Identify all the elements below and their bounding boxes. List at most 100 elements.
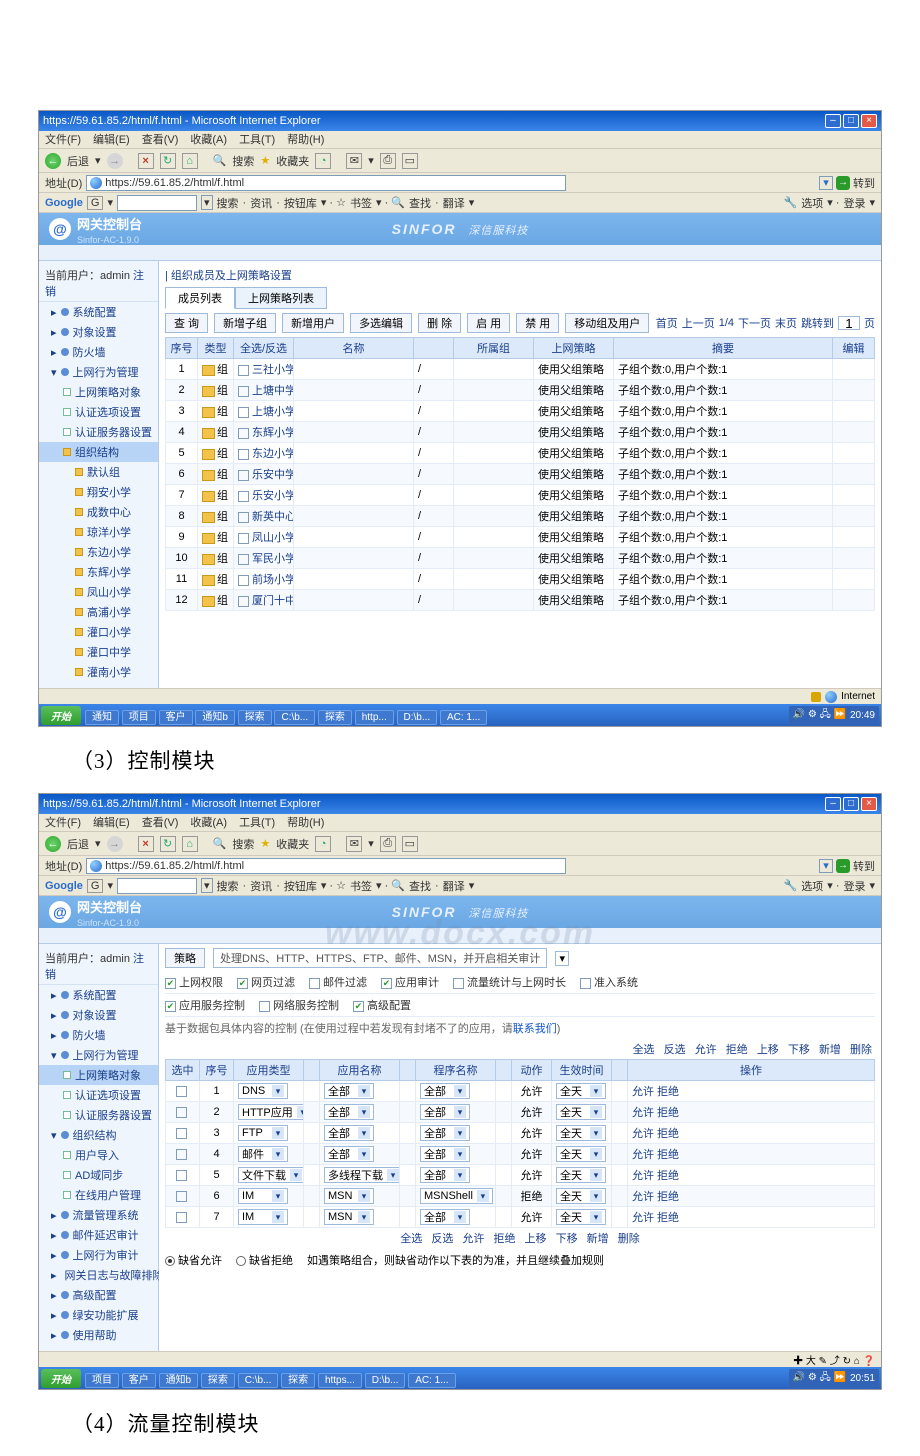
table-row[interactable]: 7IMMSN全部允许全天允许 拒绝 <box>166 1207 875 1228</box>
btn-move[interactable]: 移动组及用户 <box>565 313 649 333</box>
forward-icon[interactable] <box>107 153 123 169</box>
history-icon[interactable]: ◔ <box>315 153 331 169</box>
taskbar-item[interactable]: AC: 1... <box>440 710 487 725</box>
start-button[interactable]: 开始 <box>41 706 81 725</box>
radio-deny[interactable]: 缺省拒绝 <box>236 1252 293 1268</box>
row-checkbox[interactable] <box>238 365 249 376</box>
sb-firewall[interactable]: ▸ 防火墙 <box>39 1025 158 1045</box>
select[interactable]: 全部 <box>420 1146 470 1162</box>
sb-traffic[interactable]: ▸ 流量管理系统 <box>39 1205 158 1225</box>
menu-fav[interactable]: 收藏(A) <box>190 131 227 148</box>
table-row[interactable]: 4邮件全部全部允许全天允许 拒绝 <box>166 1144 875 1165</box>
home-icon[interactable]: ⌂ <box>182 836 198 852</box>
taskbar-item[interactable]: https... <box>318 1373 362 1388</box>
chevron-down-icon[interactable] <box>358 1148 370 1160</box>
action-link[interactable]: 上移 <box>757 1044 779 1056</box>
column-header[interactable]: 选中 <box>166 1060 200 1081</box>
google-item-2[interactable]: 书签 <box>350 195 372 211</box>
search-label[interactable]: 搜索 <box>232 153 254 169</box>
checkbox-icon[interactable] <box>381 978 392 989</box>
row-name-link[interactable]: 凤山小学 <box>252 532 294 544</box>
action-link[interactable]: 反选 <box>664 1044 686 1056</box>
table-row[interactable]: 2组上塘中学本校/使用父组策略子组个数:0,用户个数:1 <box>166 380 875 401</box>
select[interactable]: HTTP应用 <box>238 1104 304 1120</box>
taskbar-item[interactable]: http... <box>355 710 394 725</box>
filter-应用审计[interactable]: 应用审计 <box>381 974 439 990</box>
edit-icon[interactable]: ▭ <box>402 153 418 169</box>
row-checkbox[interactable] <box>238 449 249 460</box>
maximize-icon[interactable]: □ <box>843 114 859 128</box>
action-link[interactable]: 反选 <box>431 1233 453 1245</box>
select[interactable]: MSN <box>324 1188 374 1204</box>
table-row[interactable]: 9组凤山小学/使用父组策略子组个数:0,用户个数:1 <box>166 527 875 548</box>
chevron-down-icon[interactable] <box>297 1106 304 1118</box>
select[interactable]: 全天 <box>556 1104 606 1120</box>
btn-disable[interactable]: 禁 用 <box>516 313 559 333</box>
chevron-down-icon[interactable] <box>590 1190 602 1202</box>
chevron-down-icon[interactable] <box>590 1085 602 1097</box>
back-label[interactable]: 后退 <box>67 836 89 852</box>
stop-icon[interactable]: × <box>138 153 154 169</box>
google-item-3[interactable]: 查找 <box>409 195 431 211</box>
google-search-btn[interactable]: 搜索 <box>217 878 239 894</box>
btn-query[interactable]: 查 询 <box>165 313 208 333</box>
sidebar-item-auth-opt[interactable]: 认证选项设置 <box>39 402 158 422</box>
sidebar-item-system[interactable]: ▸ 系统配置 <box>39 302 158 322</box>
filter-网络服务控制[interactable]: 网络服务控制 <box>259 997 339 1013</box>
menu-help[interactable]: 帮助(H) <box>287 814 324 831</box>
pager-next[interactable]: 下一页 <box>738 315 771 331</box>
row-checkbox[interactable] <box>238 470 249 481</box>
close-icon[interactable]: × <box>861 797 877 811</box>
row-checkbox[interactable] <box>238 491 249 502</box>
search-icon[interactable]: 🔍 <box>213 154 227 167</box>
back-label[interactable]: 后退 <box>67 153 89 169</box>
select[interactable]: 全部 <box>420 1167 470 1183</box>
chevron-down-icon[interactable] <box>358 1190 370 1202</box>
taskbar-item[interactable]: D:\b... <box>365 1373 406 1388</box>
chevron-down-icon[interactable] <box>590 1169 602 1181</box>
select[interactable]: 全部 <box>420 1104 470 1120</box>
address-input[interactable]: https://59.61.85.2/html/f.html <box>86 858 566 874</box>
action-link[interactable]: 全选 <box>633 1044 655 1056</box>
google-item-3[interactable]: 查找 <box>409 878 431 894</box>
google-options[interactable]: 选项 <box>801 878 823 894</box>
chevron-down-icon[interactable] <box>454 1148 466 1160</box>
taskbar-item[interactable]: 探索 <box>238 710 272 725</box>
edit-icon[interactable]: ▭ <box>402 836 418 852</box>
row-checkbox[interactable] <box>238 533 249 544</box>
select[interactable]: MSNShell <box>420 1188 493 1204</box>
google-g[interactable]: G <box>87 879 104 893</box>
select[interactable]: MSN <box>324 1209 374 1225</box>
checkbox-icon[interactable] <box>165 978 176 989</box>
select[interactable]: 全部 <box>420 1209 470 1225</box>
btn-add-group[interactable]: 新增子组 <box>214 313 276 333</box>
row-name-link[interactable]: 东辉小学 <box>252 427 294 439</box>
action-link[interactable]: 删除 <box>850 1044 872 1056</box>
sb-mail[interactable]: ▸ 邮件延迟审计 <box>39 1225 158 1245</box>
checkbox-icon[interactable] <box>309 978 320 989</box>
chevron-down-icon[interactable] <box>358 1085 370 1097</box>
filter-上网权限[interactable]: 上网权限 <box>165 974 223 990</box>
action-link[interactable]: 删除 <box>618 1233 640 1245</box>
column-header[interactable] <box>496 1060 512 1081</box>
pager-jump-input[interactable] <box>838 316 860 330</box>
chevron-down-icon[interactable] <box>387 1169 399 1181</box>
top-tab[interactable]: 策略 <box>165 948 205 968</box>
filter-高级配置[interactable]: 高级配置 <box>353 997 411 1013</box>
radio-allow[interactable]: 缺省允许 <box>165 1252 222 1268</box>
sidebar-item-orgtree[interactable]: 组织结构 <box>39 442 158 462</box>
sb-system[interactable]: ▸ 系统配置 <box>39 985 158 1005</box>
column-header[interactable]: 编辑 <box>833 338 875 359</box>
chevron-down-icon[interactable] <box>358 1127 370 1139</box>
sidebar-item-firewall[interactable]: ▸ 防火墙 <box>39 342 158 362</box>
chevron-down-icon[interactable] <box>454 1211 466 1223</box>
sb-behavior[interactable]: ▾ 上网行为管理 <box>39 1045 158 1065</box>
column-header[interactable]: 类型 <box>198 338 234 359</box>
menu-tools[interactable]: 工具(T) <box>239 814 275 831</box>
btn-delete[interactable]: 删 除 <box>418 313 461 333</box>
mail-icon[interactable]: ✉ <box>346 836 362 852</box>
table-row[interactable]: 6IMMSNMSNShell拒绝全天允许 拒绝 <box>166 1186 875 1207</box>
org-tree-item[interactable]: 默认组 <box>39 462 158 482</box>
address-dropdown-icon[interactable]: ▾ <box>819 859 833 873</box>
select[interactable]: FTP <box>238 1125 288 1141</box>
